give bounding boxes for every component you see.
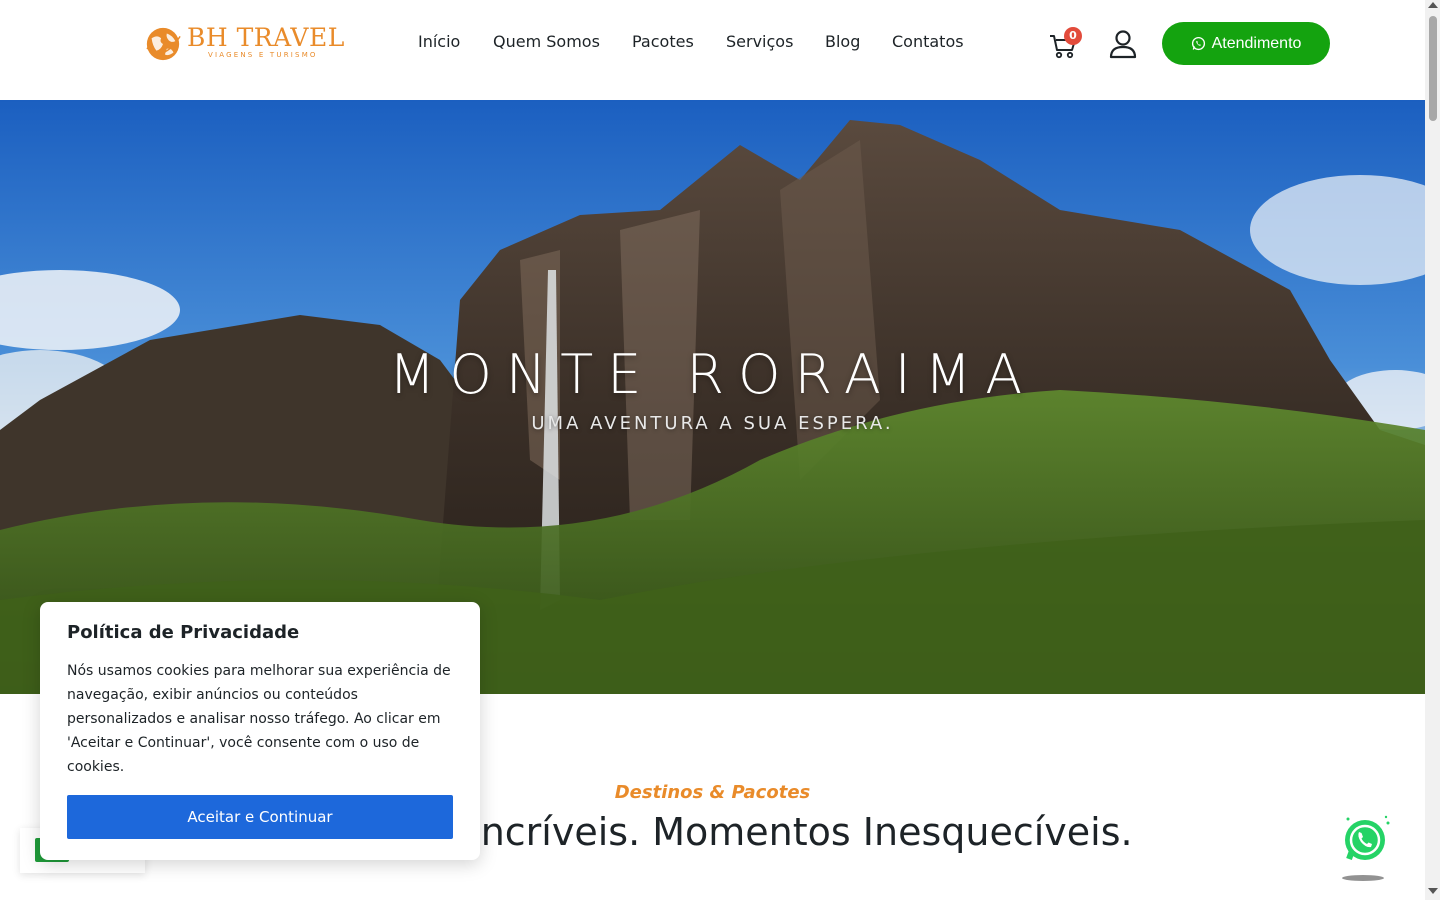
page-scrollbar[interactable] (1425, 0, 1440, 900)
nav-item-quem-somos[interactable]: Quem Somos (493, 31, 600, 53)
whatsapp-shadow (1342, 875, 1384, 881)
whatsapp-icon (1191, 36, 1205, 51)
site-header: BH TRAVEL VIAGENS E TURISMO Início Quem … (0, 0, 1425, 100)
user-icon[interactable] (1109, 29, 1137, 59)
cart-count-badge: 0 (1064, 27, 1082, 45)
nav-item-blog[interactable]: Blog (825, 31, 860, 53)
brand-title: BH TRAVEL (187, 23, 345, 52)
brand-logo[interactable]: BH TRAVEL VIAGENS E TURISMO (144, 22, 344, 64)
accept-cookies-button[interactable]: Aceitar e Continuar (67, 795, 453, 839)
nav-item-contatos[interactable]: Contatos (892, 31, 964, 53)
brand-subtitle: VIAGENS E TURISMO (208, 51, 318, 59)
scroll-down-arrow-icon[interactable] (1428, 888, 1438, 894)
nav-item-pacotes[interactable]: Pacotes (632, 31, 694, 53)
nav-item-servicos[interactable]: Serviços (726, 31, 793, 53)
cookie-consent-panel: Política de Privacidade Nós usamos cooki… (40, 602, 480, 860)
hero-title: MONTE RORAIMA (388, 343, 1037, 406)
globe-icon (146, 27, 181, 61)
whatsapp-icon[interactable] (1340, 815, 1390, 865)
cookie-title: Política de Privacidade (67, 622, 300, 643)
cookie-text: Nós usamos cookies para melhorar sua exp… (67, 663, 451, 775)
nav-item-inicio[interactable]: Início (418, 31, 460, 53)
scroll-up-arrow-icon[interactable] (1428, 2, 1438, 8)
hero-subtitle: UMA AVENTURA A SUA ESPERA. (531, 413, 894, 434)
scrollbar-thumb[interactable] (1429, 16, 1437, 121)
atendimento-label: Atendimento (1211, 34, 1302, 52)
atendimento-button[interactable]: Atendimento (1162, 22, 1330, 65)
